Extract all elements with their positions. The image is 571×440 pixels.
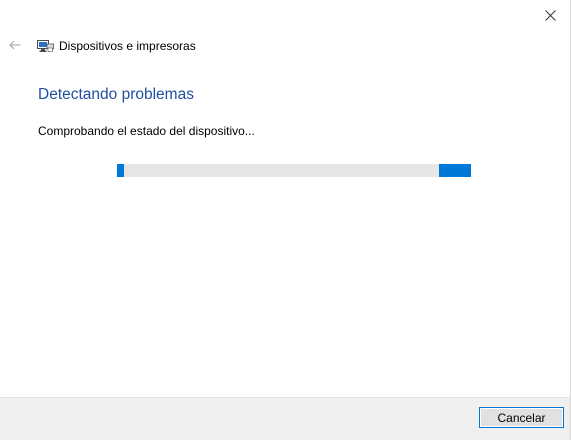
- page-heading: Detectando problemas: [38, 86, 194, 103]
- footer-bar: Cancelar: [0, 397, 570, 440]
- window-header: Dispositivos e impresoras: [37, 37, 196, 55]
- progress-indicator-left: [117, 164, 124, 177]
- back-button[interactable]: [6, 36, 24, 54]
- cancel-button[interactable]: Cancelar: [479, 407, 564, 428]
- progress-bar: [117, 164, 471, 177]
- close-icon: [544, 9, 556, 21]
- devices-printers-icon: [37, 39, 54, 53]
- troubleshooter-window: Dispositivos e impresoras Detectando pro…: [0, 0, 571, 440]
- back-arrow-icon: [9, 40, 21, 50]
- status-text: Comprobando el estado del dispositivo...: [38, 124, 255, 138]
- progress-indicator-right: [439, 164, 471, 177]
- window-title: Dispositivos e impresoras: [59, 39, 196, 53]
- close-button[interactable]: [536, 4, 564, 26]
